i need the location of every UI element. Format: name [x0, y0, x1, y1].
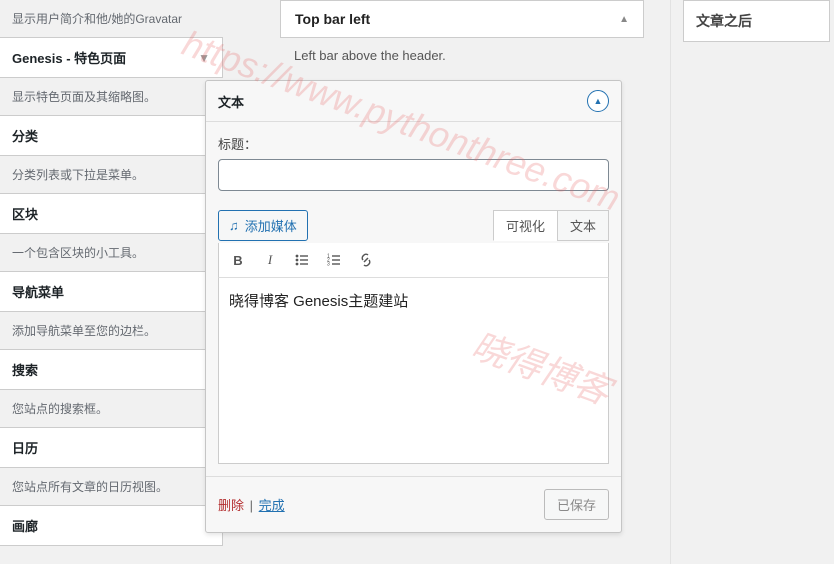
add-media-button[interactable]: ♫ 添加媒体	[218, 210, 308, 241]
bullet-list-button[interactable]	[291, 249, 313, 271]
widget-area-title: Top bar left	[295, 11, 370, 27]
separator: |	[248, 498, 255, 513]
widget-desc: 显示特色页面及其缩略图。	[0, 78, 223, 116]
editor-footer: 删除 | 完成 已保存	[206, 476, 621, 532]
available-widgets: 显示用户简介和他/她的Gravatar Genesis - 特色页面 ▼ 显示特…	[0, 0, 223, 564]
widget-area-section: Top bar left ▲ Left bar above the header…	[280, 0, 644, 79]
content-editor[interactable]: 晓得博客 Genesis主题建站	[218, 278, 609, 464]
widget-desc: 您站点的搜索框。	[0, 390, 223, 428]
widget-desc: 添加导航菜单至您的边栏。	[0, 312, 223, 350]
widget-title: 搜索	[12, 360, 38, 379]
editor-title: 文本	[218, 92, 244, 111]
widget-area-description: Left bar above the header.	[280, 38, 644, 79]
tab-visual[interactable]: 可视化	[493, 210, 558, 241]
editor-toolbar: B I 123	[218, 243, 609, 278]
italic-button[interactable]: I	[259, 249, 281, 271]
widget-area-header[interactable]: Top bar left ▲	[280, 0, 644, 38]
chevron-down-icon: ▼	[198, 51, 210, 65]
widget-title: 日历	[12, 438, 38, 457]
right-rail: 文章之后	[670, 0, 834, 564]
add-media-label: 添加媒体	[245, 216, 297, 235]
widget-desc: 您站点所有文章的日历视图。	[0, 468, 223, 506]
widget-title: 画廊	[12, 516, 38, 535]
widget-title: 分类	[12, 126, 38, 145]
widget-title: Genesis - 特色页面	[12, 48, 126, 67]
title-input[interactable]	[218, 159, 609, 191]
collapse-button[interactable]: ▲	[587, 90, 609, 112]
widget-desc: 分类列表或下拉是菜单。	[0, 156, 223, 194]
text-widget-editor: 文本 ▲ 标题： ♫ 添加媒体 可视化 文本 B I 123	[205, 80, 622, 533]
editor-body: 标题： ♫ 添加媒体 可视化 文本 B I 123 晓得	[206, 122, 621, 476]
numbered-list-button[interactable]: 123	[323, 249, 345, 271]
widget-calendar[interactable]: 日历	[0, 427, 223, 468]
widget-desc: 一个包含区块的小工具。	[0, 234, 223, 272]
tab-text[interactable]: 文本	[557, 210, 609, 241]
editor-header[interactable]: 文本 ▲	[206, 81, 621, 122]
after-post-area-header[interactable]: 文章之后	[683, 0, 830, 42]
link-button[interactable]	[355, 249, 377, 271]
saved-button: 已保存	[544, 489, 609, 520]
delete-link[interactable]: 删除	[218, 498, 244, 513]
title-label: 标题：	[218, 134, 609, 153]
svg-text:3: 3	[327, 262, 330, 268]
widget-desc: 显示用户简介和他/她的Gravatar	[0, 0, 223, 38]
widget-title: 导航菜单	[12, 282, 64, 301]
done-link[interactable]: 完成	[259, 498, 285, 513]
widget-gallery[interactable]: 画廊	[0, 505, 223, 546]
widget-genesis-featured[interactable]: Genesis - 特色页面 ▼	[0, 37, 223, 78]
widget-search[interactable]: 搜索	[0, 349, 223, 390]
widget-title: 区块	[12, 204, 38, 223]
widget-categories[interactable]: 分类	[0, 115, 223, 156]
widget-nav-menu[interactable]: 导航菜单	[0, 271, 223, 312]
bold-button[interactable]: B	[227, 249, 249, 271]
widget-block[interactable]: 区块	[0, 193, 223, 234]
chevron-up-icon: ▲	[619, 14, 629, 25]
after-post-title: 文章之后	[696, 13, 752, 29]
editor-tabs: 可视化 文本	[494, 209, 609, 241]
media-icon: ♫	[229, 218, 239, 233]
